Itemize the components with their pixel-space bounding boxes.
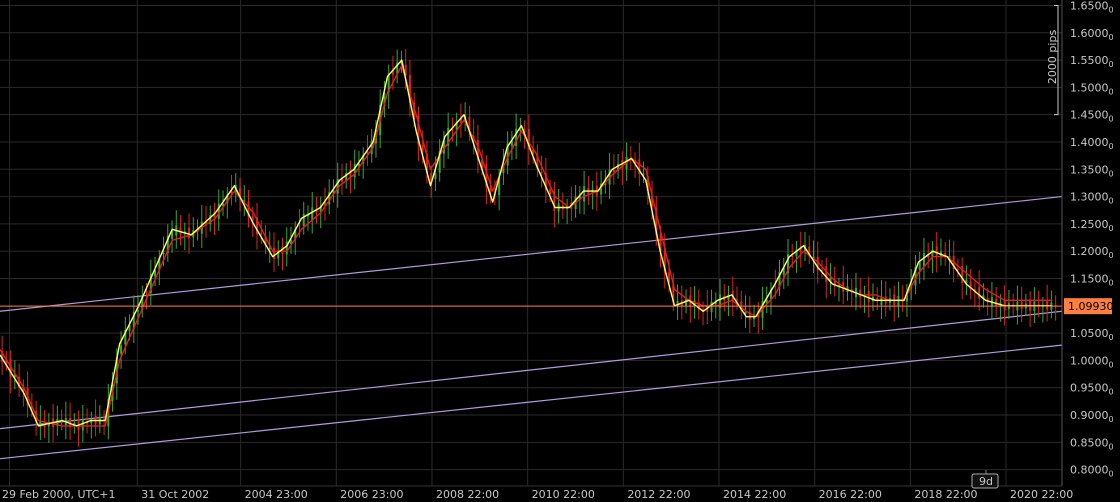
candle-body <box>825 266 828 282</box>
y-tick-suffix: 0 <box>1109 333 1114 342</box>
candle-body <box>188 227 191 239</box>
candle-body <box>935 246 938 258</box>
pip-scale-label: 2000 pips <box>1046 30 1059 85</box>
y-tick-label: 0.95000 <box>1070 382 1114 397</box>
candle-body <box>120 345 123 354</box>
candle-body <box>612 169 615 172</box>
x-tick-label: 2010 22:00 <box>532 488 595 501</box>
x-tick-label: 2004 23:00 <box>245 488 308 501</box>
candle-body <box>298 225 301 227</box>
y-tick-suffix: 0 <box>1109 470 1114 479</box>
candle-body <box>710 301 713 313</box>
candle-body <box>145 291 148 293</box>
x-tick-label: 2018 22:00 <box>914 488 977 501</box>
candle-body <box>642 173 645 175</box>
candle-body <box>302 213 305 226</box>
y-tick-label: 1.05000 <box>1070 327 1114 342</box>
current-price-label: 1.09930 <box>1068 300 1114 313</box>
y-tick-suffix: 0 <box>1109 278 1114 287</box>
y-tick-suffix: 0 <box>1109 87 1114 96</box>
moving-average-line <box>0 64 1053 427</box>
y-tick-suffix: 0 <box>1109 415 1114 424</box>
y-tick-suffix: 0 <box>1109 251 1114 260</box>
y-tick-label: 1.55000 <box>1070 54 1114 69</box>
x-tick-label: 2020 22:00 <box>1010 488 1073 501</box>
candle-body <box>583 186 586 202</box>
x-tick-label: 2016 22:00 <box>819 488 882 501</box>
y-tick-suffix: 0 <box>1109 169 1114 178</box>
price-chart[interactable]: 1.09930 1.65000 1.60000 1.55000 1.50000 1.45… <box>0 0 1120 502</box>
y-tick-label: 0.90000 <box>1070 409 1114 424</box>
grid-lines <box>0 0 1062 486</box>
y-tick-label: 1.20000 <box>1070 245 1114 260</box>
candle-body <box>867 290 870 303</box>
candle-body <box>918 261 921 270</box>
candle-body <box>736 299 739 301</box>
candle-body <box>162 252 165 255</box>
y-tick-suffix: 0 <box>1109 142 1114 151</box>
trend-channel-line <box>0 310 1063 430</box>
y-tick-suffix: 0 <box>1109 115 1114 124</box>
candle-body <box>859 289 862 298</box>
y-tick-suffix: 0 <box>1109 224 1114 233</box>
y-tick-label: 0.80000 <box>1070 464 1114 479</box>
y-tick-suffix: 0 <box>1109 442 1114 451</box>
y-tick-label: 0.85000 <box>1070 436 1114 451</box>
candle-body <box>774 286 777 288</box>
pip-scale: 2000 pips 9d <box>971 4 1059 489</box>
y-tick-label: 1.50000 <box>1070 81 1114 96</box>
y-tick-label: 1.65000 <box>1070 0 1114 14</box>
x-tick-label: 2014 22:00 <box>723 488 786 501</box>
candle-body <box>421 144 424 152</box>
x-tick-label: 29 Feb 2000, UTC+1 <box>2 488 115 501</box>
y-tick-label: 1.45000 <box>1070 109 1114 124</box>
period-marker-label: 9d <box>979 475 993 488</box>
y-tick-suffix: 0 <box>1109 197 1114 206</box>
trend-channels <box>0 195 1063 460</box>
candle-body <box>791 255 794 258</box>
y-tick-label: 1.15000 <box>1070 272 1114 287</box>
candle-body <box>685 299 688 306</box>
y-tick-label: 1.60000 <box>1070 27 1114 42</box>
current-price-line: 1.09930 <box>0 298 1114 315</box>
trend-channel-line <box>0 344 1063 460</box>
y-tick-label: 1.30000 <box>1070 191 1114 206</box>
y-tick-suffix: 0 <box>1109 388 1114 397</box>
y-tick-label: 1.25000 <box>1070 218 1114 233</box>
candles <box>1 48 1057 447</box>
y-tick-suffix: 0 <box>1109 360 1114 369</box>
candle-body <box>137 310 140 312</box>
x-tick-label: 2008 22:00 <box>436 488 499 501</box>
candle-body <box>540 172 543 174</box>
x-tick-label: 31 Oct 2002 <box>141 488 209 501</box>
x-tick-label: 2012 22:00 <box>627 488 690 501</box>
candle-body <box>260 233 263 235</box>
y-tick-label: 1.00000 <box>1070 354 1114 369</box>
y-tick-suffix: 0 <box>1109 60 1114 69</box>
y-tick-suffix: 0 <box>1109 5 1114 14</box>
candle-body <box>272 247 275 259</box>
candle-body <box>978 286 981 299</box>
candle-body <box>81 419 84 431</box>
y-tick-label: 1.40000 <box>1070 136 1114 151</box>
y-tick-suffix: 0 <box>1109 33 1114 42</box>
y-tick-label: 1.35000 <box>1070 163 1114 178</box>
candle-body <box>956 268 959 270</box>
x-tick-label: 2006 23:00 <box>340 488 403 501</box>
